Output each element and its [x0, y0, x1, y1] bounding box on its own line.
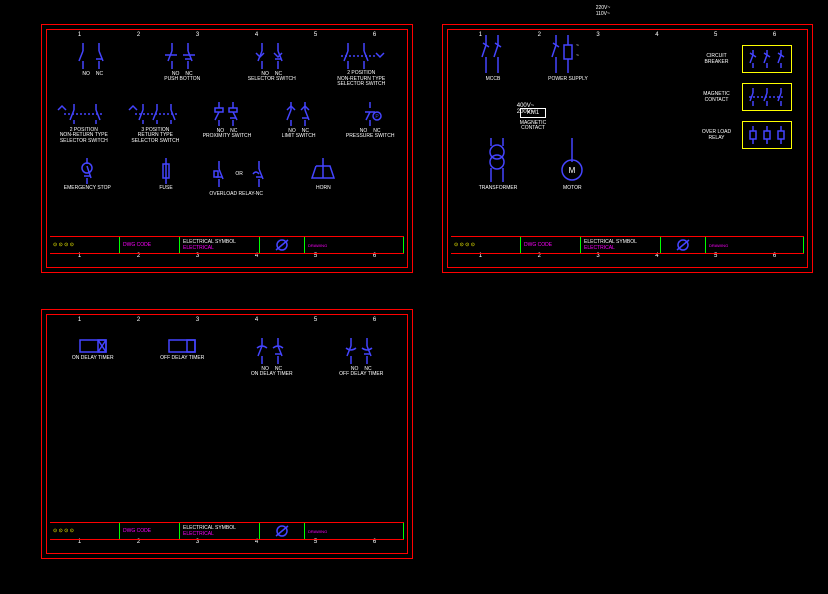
mccb-symbol: MCCB	[478, 35, 508, 83]
symbol-no-nc: NONC	[52, 43, 134, 88]
power-supply-symbol: ~~ 220V~110V~ POWER SUPPLY	[548, 35, 588, 83]
legend: CIRCUIT BREAKER MAGNETIC CONTACT OVER LO…	[697, 45, 792, 159]
power-diagram: MCCB ~~ 220V~110V~ POWER SUPPLY KM1 MAGN…	[463, 35, 603, 209]
symbol-horn: HORN	[288, 158, 359, 192]
legend-overload-relay: OVER LOAD RELAY	[697, 121, 792, 149]
legend-circuit-breaker: CIRCUIT BREAKER	[697, 45, 792, 73]
sheet-1: 123456 123456 NONC NONC PUSH BOTTON NONC…	[41, 24, 413, 273]
symbol-2pos-selector-b: 2 POSITION NON-RETURN TYPE SELECTOR SWIT…	[52, 102, 116, 145]
ruler-top: 123456	[50, 31, 404, 39]
title-block: ⊙ ⊙ ⊙ ⊙ DWG CODE ELECTRICAL SYMBOLELECTR…	[50, 236, 404, 254]
legend-magnetic-contact: MAGNETIC CONTACT	[697, 83, 792, 111]
row-2: 2 POSITION NON-RETURN TYPE SELECTOR SWIT…	[52, 102, 402, 145]
title-block: ⊙ ⊙ ⊙ ⊙ DWG CODE ELECTRICAL SYMBOLELECTR…	[50, 522, 404, 540]
svg-text:M: M	[569, 166, 576, 175]
row-1: NONC NONC PUSH BOTTON NONC SELECTOR SWIT…	[52, 43, 402, 88]
symbol-on-delay-contacts: NONC ON DELAY TIMER	[231, 338, 313, 378]
symbol-3pos-selector: 3 POSITION RETURN TYPE SELECTOR SWITCH	[124, 102, 188, 145]
sheet-2: 123456 123456 MCCB ~~ 220V~110V~ POWER S…	[442, 24, 813, 273]
symbol-off-delay-timer-box: OFF DELAY TIMER	[142, 338, 224, 378]
motor-symbol: M MOTOR	[557, 138, 587, 192]
sheet-3: 123456 123456 ON DELAY TIMER OFF DELAY T…	[41, 309, 413, 559]
ruler-top: 123456	[50, 316, 404, 324]
symbol-on-delay-timer-box: ON DELAY TIMER	[52, 338, 134, 378]
symbol-fuse: FUSE	[131, 158, 202, 192]
symbol-pressure-switch: P NONC PRESSURE SWITCH	[338, 102, 402, 145]
row-3: EMERGENCY STOP FUSE OR OVERLOAD RELAY-NC…	[52, 158, 402, 192]
symbol-selector-switch: NONC SELECTOR SWITCH	[231, 43, 313, 88]
symbol-area: ON DELAY TIMER OFF DELAY TIMER NONC ON D…	[52, 328, 402, 518]
symbol-overload-relay-nc: OR OVERLOAD RELAY-NC	[209, 158, 280, 192]
svg-text:~: ~	[576, 43, 579, 49]
svg-text:~: ~	[576, 53, 579, 59]
symbol-area: NONC NONC PUSH BOTTON NONC SELECTOR SWIT…	[52, 43, 402, 232]
transformer-symbol: 400V~200V~ TRANSFORMER	[479, 138, 518, 192]
title-block: ⊙ ⊙ ⊙ ⊙ DWG CODE ELECTRICAL SYMBOLELECTR…	[451, 236, 804, 254]
symbol-2pos-selector: 2 POSITION NON-RETURN TYPE SELECTOR SWIT…	[321, 43, 403, 88]
symbol-emergency-stop: EMERGENCY STOP	[52, 158, 123, 192]
symbol-limit-switch: NONC LIMIT SWITCH	[267, 102, 331, 145]
symbol-proximity-switch: NONC PROXIMITY SWITCH	[195, 102, 259, 145]
symbol-push-button: NONC PUSH BOTTON	[142, 43, 224, 88]
symbol-off-delay-contacts: NONC OFF DELAY TIMER	[321, 338, 403, 378]
